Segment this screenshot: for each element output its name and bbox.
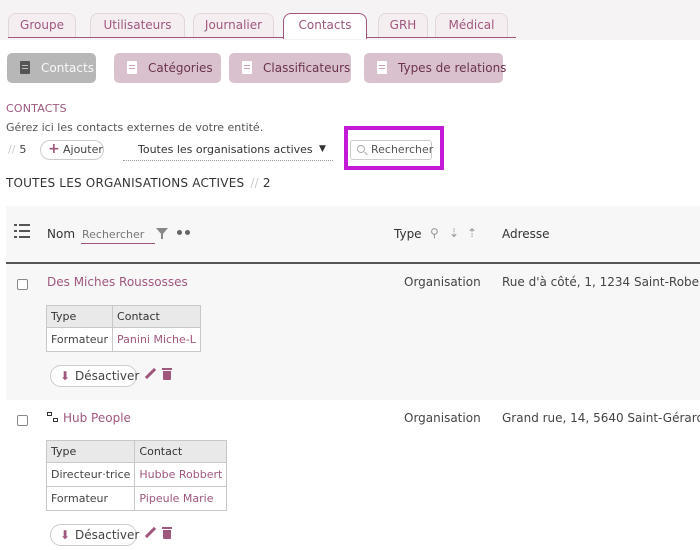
subtable-header-row: Type Contact — [45, 305, 201, 328]
document-icon — [377, 61, 387, 74]
list-view-icon[interactable] — [14, 224, 30, 238]
row-address: Rue d'à côté, 1, 1234 Saint-Robert — [502, 275, 700, 289]
table-row: Hub People Organisation Grand rue, 14, 5… — [6, 400, 700, 550]
document-icon — [127, 61, 137, 74]
contacts-count: //5 — [8, 143, 26, 156]
subtable-header-type: Type — [45, 440, 136, 463]
section-title: CONTACTS — [6, 102, 67, 115]
subtable-row: Directeur·trice Hubbe Robbert — [45, 462, 228, 487]
eyes-icon[interactable] — [177, 230, 191, 236]
section-description: Gérez ici les contacts externes de votre… — [6, 121, 264, 134]
subtable-header-contact: Contact — [112, 305, 201, 328]
list-separator: // — [250, 176, 259, 190]
tab-groupe[interactable]: Groupe — [8, 13, 76, 37]
tab-grh[interactable]: GRH — [378, 13, 428, 37]
name-search-placeholder: Rechercher — [82, 228, 145, 241]
tab-label: Journalier — [204, 18, 263, 32]
subnav-contacts[interactable]: Contacts — [7, 53, 96, 83]
tab-label: Contacts — [298, 18, 352, 32]
subtable-header-type: Type — [45, 305, 114, 328]
contact-name-link[interactable]: Panini Miche-L — [112, 327, 201, 352]
plus-icon: + — [48, 141, 60, 157]
subnav-label: Types de relations — [398, 61, 507, 75]
subnav-label: Catégories — [148, 61, 213, 75]
subnav-label: Contacts — [41, 61, 94, 75]
contact-name-link[interactable]: Hubbe Robbert — [134, 462, 228, 487]
column-header-name: Nom — [47, 227, 76, 241]
list-title: TOUTES LES ORGANISATIONS ACTIVES //2 — [6, 176, 271, 190]
search-icon[interactable]: ⚲ — [430, 226, 439, 240]
filter-icon[interactable] — [156, 228, 168, 239]
tab-label: Utilisateurs — [103, 18, 172, 32]
table-header: Nom Rechercher Type ⚲ ⇣ ⇡ Adresse — [6, 206, 700, 264]
sort-descending-icon[interactable]: ⇣ — [449, 226, 459, 240]
organisation-name-link[interactable]: Des Miches Roussosses — [47, 275, 188, 289]
count-value: 5 — [19, 143, 27, 156]
search-icon — [357, 145, 365, 153]
deactivate-button[interactable]: ⬇ Désactiver — [50, 524, 140, 546]
subnav-classificateurs[interactable]: Classificateurs — [229, 53, 351, 83]
tab-label: Groupe — [20, 18, 64, 32]
tab-contacts[interactable]: Contacts — [283, 13, 367, 39]
table-row: Des Miches Roussosses Organisation Rue d… — [6, 264, 700, 400]
subtable-row: Formateur Panini Miche-L — [45, 327, 201, 352]
search-button-label: Rechercher — [371, 143, 434, 156]
arrow-down-icon: ⬇ — [60, 528, 71, 542]
add-button[interactable]: + Ajouter — [40, 140, 104, 160]
contact-type: Formateur — [45, 327, 114, 352]
subnav-types-de-relations[interactable]: Types de relations — [364, 53, 507, 83]
document-icon — [20, 61, 30, 74]
hierarchy-icon — [47, 412, 59, 424]
deactivate-button[interactable]: ⬇ Désactiver — [50, 365, 140, 387]
row-type: Organisation — [404, 411, 481, 425]
contact-type: Formateur — [45, 486, 136, 511]
subtable-header-contact: Contact — [134, 440, 228, 463]
row-type: Organisation — [404, 275, 481, 289]
document-icon — [242, 61, 252, 74]
organisation-filter-value: Toutes les organisations actives — [138, 143, 313, 156]
edit-pencil-icon[interactable] — [145, 368, 157, 380]
name-search-input[interactable]: Rechercher — [81, 226, 155, 244]
subtable-header-row: Type Contact — [45, 440, 228, 463]
delete-trash-icon[interactable] — [162, 368, 172, 380]
organisation-filter-select[interactable]: Toutes les organisations actives ▼ — [123, 140, 333, 161]
tab-utilisateurs[interactable]: Utilisateurs — [90, 13, 185, 37]
sort-ascending-icon[interactable]: ⇡ — [467, 226, 477, 240]
contacts-subtable: Type Contact Directeur·trice Hubbe Robbe… — [45, 440, 228, 511]
chevron-down-icon: ▼ — [319, 144, 326, 154]
main-tabs: Groupe Utilisateurs Journalier Contacts … — [8, 13, 516, 39]
row-address: Grand rue, 14, 5640 Saint-Gérard — [502, 411, 700, 425]
row-checkbox[interactable] — [17, 279, 28, 290]
tab-label: GRH — [389, 18, 417, 32]
count-separator: // — [8, 143, 16, 156]
subnav-categories[interactable]: Catégories — [114, 53, 221, 83]
subtable-row: Formateur Pipeule Marie — [45, 486, 228, 511]
delete-trash-icon[interactable] — [162, 527, 172, 539]
add-button-label: Ajouter — [63, 143, 103, 156]
deactivate-button-label: Désactiver — [75, 528, 140, 542]
arrow-down-icon: ⬇ — [60, 369, 71, 383]
column-header-address: Adresse — [502, 227, 550, 241]
contact-name-link[interactable]: Pipeule Marie — [134, 486, 228, 511]
contacts-subtable: Type Contact Formateur Panini Miche-L — [45, 305, 201, 352]
contact-type: Directeur·trice — [45, 462, 136, 487]
list-count: 2 — [262, 176, 271, 190]
deactivate-button-label: Désactiver — [75, 369, 140, 383]
tab-journalier[interactable]: Journalier — [193, 13, 274, 37]
row-checkbox[interactable] — [17, 415, 28, 426]
list-title-text: TOUTES LES ORGANISATIONS ACTIVES — [6, 176, 245, 190]
organisation-name-link[interactable]: Hub People — [63, 411, 131, 425]
tab-medical[interactable]: Médical — [435, 13, 508, 37]
subnav-label: Classificateurs — [263, 61, 351, 75]
tab-label: Médical — [448, 18, 495, 32]
search-button[interactable]: Rechercher — [350, 140, 434, 160]
edit-pencil-icon[interactable] — [145, 527, 157, 539]
column-header-type: Type — [394, 227, 422, 241]
